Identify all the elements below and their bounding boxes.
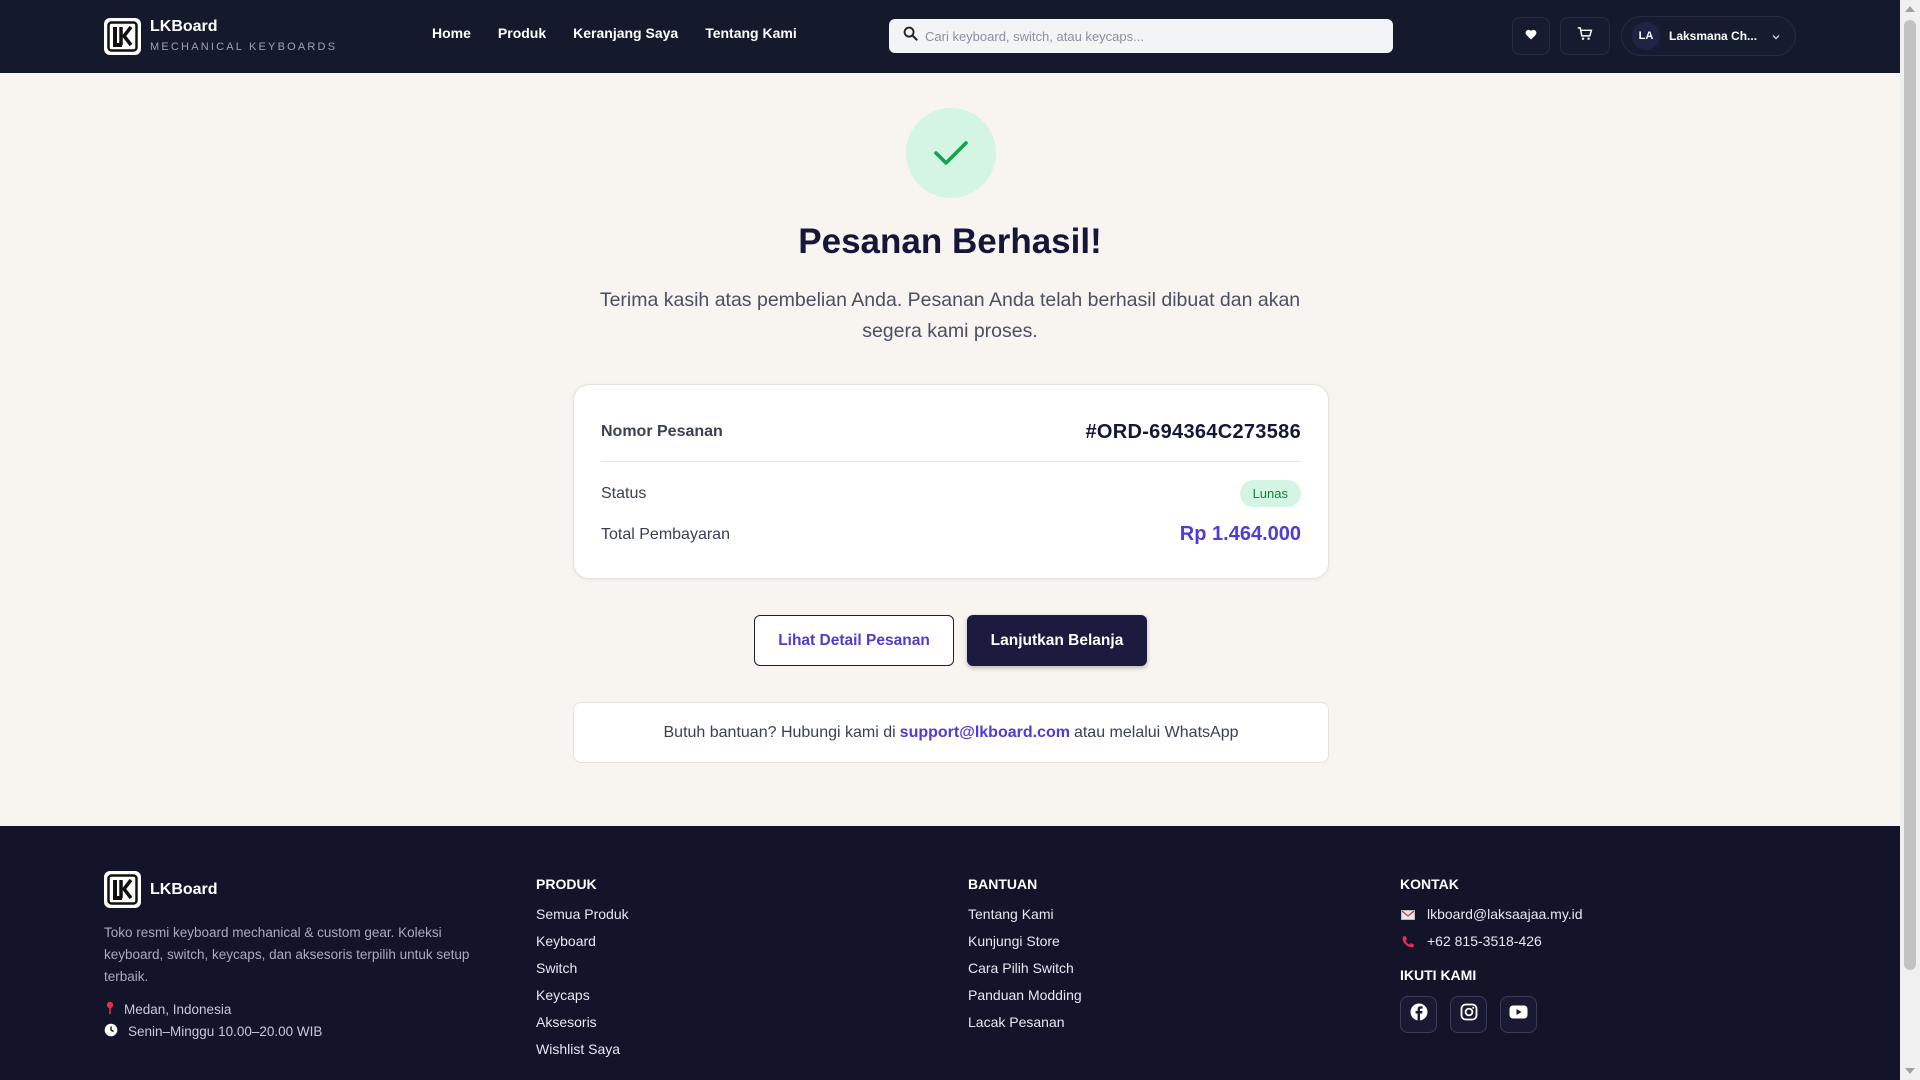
page-subtitle: Terima kasih atas pembelian Anda. Pesana…: [599, 289, 1301, 342]
facebook-button[interactable]: [1400, 996, 1437, 1033]
heart-icon: [1525, 27, 1537, 45]
scroll-up-arrow-icon[interactable]: [1905, 6, 1915, 12]
instagram-button[interactable]: [1450, 996, 1487, 1033]
footer-link[interactable]: Keycaps: [536, 982, 629, 1009]
footer-phone-text: +62 815-3518-426: [1427, 933, 1542, 949]
footer-col-bantuan: BANTUAN Tentang Kami Kunjungi Store Cara…: [968, 876, 1082, 1036]
phone-icon: [1400, 935, 1416, 949]
total-label: Total Pembayaran: [601, 525, 730, 543]
footer-brand-name: LKBoard: [150, 880, 218, 898]
brand-name: LKBoard: [150, 18, 218, 35]
map-pin-icon: [106, 1001, 114, 1018]
lk-logo-icon: [104, 18, 141, 55]
nav-tentang[interactable]: Tentang Kami: [705, 25, 797, 41]
footer-email[interactable]: lkboard@laksaajaa.my.id: [1400, 901, 1583, 928]
footer-kontak-heading: KONTAK: [1400, 876, 1459, 892]
search-input[interactable]: [925, 28, 1365, 44]
follow-heading: IKUTI KAMI: [1400, 967, 1477, 983]
nav-home[interactable]: Home: [432, 25, 471, 41]
wishlist-button[interactable]: [1512, 17, 1550, 55]
lk-logo-icon: [104, 871, 141, 908]
avatar: LA: [1632, 22, 1660, 50]
footer-email-text: lkboard@laksaajaa.my.id: [1427, 906, 1583, 922]
search-icon: [903, 26, 918, 46]
footer-location-text: Medan, Indonesia: [124, 1002, 232, 1017]
user-menu-button[interactable]: LA Laksmana Ch...: [1621, 16, 1796, 56]
top-navbar: LKBoard MECHANICAL KEYBOARDS Home Produk…: [0, 0, 1900, 73]
order-number-value: #ORD-694364C273586: [1085, 420, 1301, 443]
footer-link[interactable]: Aksesoris: [536, 1009, 629, 1036]
footer-description: Toko resmi keyboard mechanical & custom …: [104, 925, 470, 984]
total-value: Rp 1.464.000: [1179, 523, 1301, 545]
success-icon: [906, 108, 996, 198]
order-summary-card: Nomor Pesanan #ORD-694364C273586 Status …: [573, 384, 1329, 579]
footer-link[interactable]: Switch: [536, 955, 629, 982]
view-order-detail-button[interactable]: Lihat Detail Pesanan: [754, 615, 954, 666]
brand-tagline: MECHANICAL KEYBOARDS: [150, 41, 338, 53]
page-title: Pesanan Berhasil!: [798, 222, 1102, 261]
footer-link[interactable]: Panduan Modding: [968, 982, 1082, 1009]
footer-link[interactable]: Kunjungi Store: [968, 928, 1082, 955]
help-box: Butuh bantuan? Hubungi kami di support@l…: [573, 702, 1329, 763]
social-links: [1400, 996, 1583, 1033]
nav-keranjang[interactable]: Keranjang Saya: [573, 25, 678, 41]
page-scrollbar[interactable]: [1900, 0, 1920, 1080]
footer-phone[interactable]: +62 815-3518-426: [1400, 928, 1583, 955]
support-email-link[interactable]: support@lkboard.com: [900, 724, 1070, 742]
footer-link[interactable]: Lacak Pesanan: [968, 1009, 1082, 1036]
scrollbar-thumb[interactable]: [1904, 20, 1916, 970]
cart-button[interactable]: [1560, 17, 1610, 55]
chevron-down-icon: [1771, 29, 1781, 47]
scroll-down-arrow-icon[interactable]: [1905, 1068, 1915, 1074]
footer-col-produk: PRODUK Semua Produk Keyboard Switch Keyc…: [536, 876, 629, 1063]
facebook-icon: [1410, 1003, 1428, 1026]
youtube-button[interactable]: [1500, 996, 1537, 1033]
status-label: Status: [601, 484, 647, 502]
footer: LKBoard Toko resmi keyboard mechanical &…: [0, 826, 1900, 1080]
search-bar: [889, 19, 1393, 53]
clock-icon: [104, 1023, 118, 1040]
order-number-label: Nomor Pesanan: [601, 423, 723, 440]
footer-link[interactable]: Cara Pilih Switch: [968, 955, 1082, 982]
main-nav: Home Produk Keranjang Saya Tentang Kami: [432, 25, 797, 41]
user-name: Laksmana Ch...: [1669, 29, 1758, 43]
help-suffix: atau melalui WhatsApp: [1073, 723, 1239, 741]
footer-location: Medan, Indonesia: [104, 1001, 231, 1018]
footer-brand[interactable]: LKBoard: [104, 871, 218, 908]
cart-icon: [1577, 26, 1593, 46]
youtube-icon: [1509, 1005, 1528, 1024]
footer-link[interactable]: Keyboard: [536, 928, 629, 955]
continue-shopping-button[interactable]: Lanjutkan Belanja: [967, 615, 1147, 666]
mail-icon: [1400, 909, 1416, 920]
footer-hours: Senin–Minggu 10.00–20.00 WIB: [104, 1023, 322, 1040]
brand-logo[interactable]: LKBoard MECHANICAL KEYBOARDS: [104, 18, 337, 55]
status-badge: Lunas: [1239, 480, 1301, 507]
footer-hours-text: Senin–Minggu 10.00–20.00 WIB: [128, 1024, 323, 1039]
help-prefix: Butuh bantuan? Hubungi kami di: [663, 723, 896, 741]
footer-bantuan-heading: BANTUAN: [968, 876, 1038, 892]
footer-produk-heading: PRODUK: [536, 876, 597, 892]
footer-link[interactable]: Semua Produk: [536, 901, 629, 928]
nav-produk[interactable]: Produk: [498, 25, 546, 41]
instagram-icon: [1460, 1003, 1478, 1026]
footer-col-kontak: KONTAK lkboard@laksaajaa.my.id +62 815-3…: [1400, 876, 1583, 1033]
divider: [601, 461, 1301, 462]
footer-link[interactable]: Tentang Kami: [968, 901, 1082, 928]
footer-link[interactable]: Wishlist Saya: [536, 1036, 629, 1063]
